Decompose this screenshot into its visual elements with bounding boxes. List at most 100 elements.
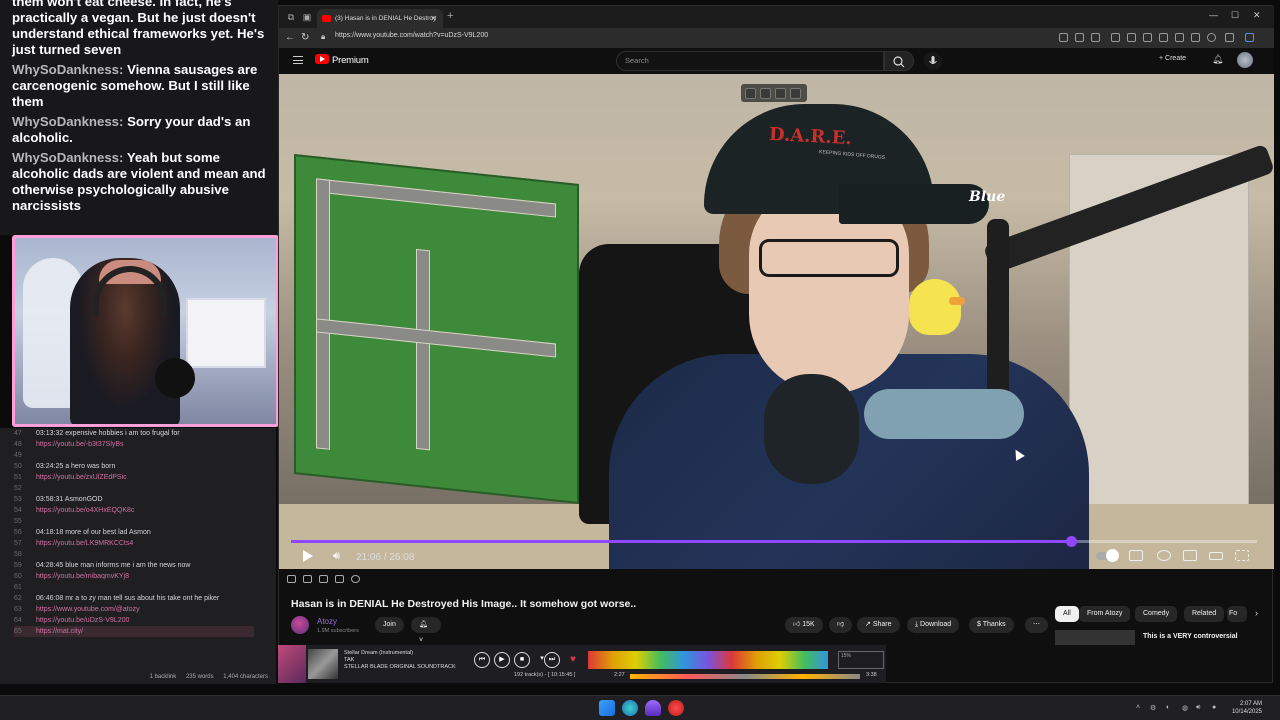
profile-avatar-icon[interactable] bbox=[1207, 33, 1216, 42]
track-seek-bar[interactable] bbox=[630, 674, 860, 679]
edge-browser-icon[interactable] bbox=[622, 700, 638, 716]
tab-actions-icon[interactable]: ▣ bbox=[301, 11, 313, 23]
note-line[interactable]: 57 https://youtu.be/LK9MRKCCts4 bbox=[14, 538, 276, 549]
note-line[interactable]: 58 bbox=[14, 549, 276, 560]
voice-search-button[interactable] bbox=[924, 52, 942, 70]
hamburger-menu-icon[interactable] bbox=[293, 56, 303, 64]
progress-scrubber-handle[interactable] bbox=[1065, 536, 1077, 547]
extensions-icon[interactable] bbox=[1111, 33, 1120, 42]
note-line[interactable]: 49 bbox=[14, 450, 276, 461]
play-icon[interactable]: ▶ bbox=[494, 652, 510, 668]
speaker-icon[interactable]: 🔊︎ bbox=[1196, 704, 1200, 712]
favorites-icon[interactable] bbox=[1191, 33, 1200, 42]
note-line[interactable]: 54 https://youtu.be/o4XHxEQQK8c bbox=[14, 505, 276, 516]
create-button[interactable]: + Create bbox=[1159, 55, 1186, 62]
audio-icon[interactable] bbox=[303, 575, 312, 583]
close-tab-icon[interactable]: ✕ bbox=[430, 9, 437, 28]
favorite-heart-icon[interactable]: ♥ bbox=[570, 654, 576, 665]
subscribed-bell-button[interactable]: 🔔︎ ˅ bbox=[411, 617, 441, 644]
video-progress-bar[interactable] bbox=[291, 536, 1257, 547]
filter-chip[interactable]: All bbox=[1055, 606, 1079, 622]
note-line[interactable]: 63 https://www.youtube.com/@atozy bbox=[14, 604, 276, 615]
screen-icon[interactable] bbox=[335, 575, 344, 583]
note-line[interactable]: 59 04:28:45 blue man informs me i am the … bbox=[14, 560, 276, 571]
filter-chip[interactable]: From Atozy bbox=[1079, 606, 1131, 622]
note-line[interactable]: 52 bbox=[14, 483, 276, 494]
translate-icon[interactable] bbox=[790, 88, 801, 99]
url-field[interactable]: https://www.youtube.com/watch?v=uDzS-V9L… bbox=[335, 32, 488, 39]
next-track-icon[interactable]: ⏭ bbox=[544, 652, 560, 668]
youtube-logo-icon[interactable] bbox=[315, 54, 329, 64]
notifications-bell-icon[interactable]: 🔔︎ bbox=[1212, 54, 1223, 65]
apps-icon[interactable] bbox=[1059, 33, 1068, 42]
previous-track-icon[interactable]: ⏮ bbox=[474, 652, 490, 668]
minimize-icon[interactable]: — bbox=[1209, 10, 1218, 20]
note-link[interactable]: https://youtu.be/mibaqmvKYj8 bbox=[36, 571, 129, 582]
volume-display[interactable]: 15% bbox=[838, 651, 884, 669]
stop-icon[interactable]: ■ bbox=[514, 652, 530, 668]
favorite-star-icon[interactable] bbox=[1091, 33, 1100, 42]
back-icon[interactable]: ← bbox=[285, 32, 295, 43]
suggested-video[interactable]: This is a VERY controversial bbox=[1055, 630, 1255, 645]
note-line[interactable]: 60 https://youtu.be/mibaqmvKYj8 bbox=[14, 571, 276, 582]
share-button[interactable]: ↗ Share bbox=[857, 617, 900, 633]
chevron-right-icon[interactable]: › bbox=[1255, 608, 1258, 618]
like-button[interactable]: 👍︎ 15K bbox=[785, 617, 823, 633]
note-line[interactable]: 48 https://youtu.be/-b3t37SlyBs bbox=[14, 439, 276, 450]
note-line[interactable]: 47 03:13:32 expensive hobbies i am too fr… bbox=[14, 428, 276, 439]
tray-app-icon[interactable]: ⚙ bbox=[1150, 704, 1156, 712]
note-link[interactable]: https://youtu.be/uDzS-V9L200 bbox=[36, 615, 129, 626]
filter-chip[interactable]: Related bbox=[1184, 606, 1225, 622]
system-clock[interactable]: 2:07 AM 10/14/2025 bbox=[1232, 700, 1262, 716]
network-icon[interactable]: ◍ bbox=[1182, 704, 1188, 712]
note-line[interactable]: 53 03:58:31 AsmonGOD bbox=[14, 494, 276, 505]
note-line[interactable]: 50 03:24:25 a hero was born bbox=[14, 461, 276, 472]
workspaces-icon[interactable]: ⧉ bbox=[285, 11, 297, 23]
foobar-player-icon[interactable] bbox=[668, 700, 684, 716]
copy-icon[interactable] bbox=[775, 88, 786, 99]
extension-icon[interactable] bbox=[1143, 33, 1152, 42]
chat-username[interactable]: WhySoDankness: bbox=[12, 150, 123, 165]
dislike-button[interactable]: 👎︎ bbox=[829, 617, 853, 633]
site-info-icon[interactable]: 🔒︎ bbox=[321, 32, 325, 42]
backlink-count[interactable]: 1 backlink bbox=[150, 674, 177, 680]
filter-chip[interactable]: Comedy bbox=[1135, 606, 1178, 622]
note-link[interactable]: https://youtu.be/LK9MRKCCts4 bbox=[36, 538, 133, 549]
note-link[interactable]: https://youtu.be/-b3t37SlyBs bbox=[36, 439, 124, 450]
refresh-icon[interactable]: ↻ bbox=[301, 32, 309, 43]
capture-icon[interactable] bbox=[760, 88, 771, 99]
windows-start-icon[interactable] bbox=[599, 700, 615, 716]
note-line[interactable]: 61 bbox=[14, 582, 276, 593]
maximize-icon[interactable]: ☐ bbox=[1231, 10, 1239, 21]
extension-icon[interactable] bbox=[1159, 33, 1168, 42]
note-line[interactable]: 65 https://mat.city/ bbox=[14, 626, 254, 637]
note-line[interactable]: 51 https://youtu.be/zxUlZEdPSic bbox=[14, 472, 276, 483]
note-line[interactable]: 64 https://youtu.be/uDzS-V9L200 bbox=[14, 615, 276, 626]
note-line[interactable]: 56 04:18:18 more of our best lad Asmon bbox=[14, 527, 276, 538]
read-aloud-icon[interactable] bbox=[1075, 33, 1084, 42]
miniplayer-icon[interactable] bbox=[1183, 550, 1197, 561]
note-link[interactable]: https://youtu.be/zxUlZEdPSic bbox=[36, 472, 127, 483]
suggested-title[interactable]: This is a VERY controversial bbox=[1143, 633, 1238, 640]
video-player[interactable]: D.A.R.E. KEEPING KIDS OFF DRUGS Blue 🔊︎ … bbox=[279, 74, 1274, 569]
thanks-button[interactable]: $ Thanks bbox=[969, 617, 1014, 633]
theater-mode-icon[interactable] bbox=[1209, 552, 1223, 560]
autoplay-toggle[interactable] bbox=[1096, 549, 1119, 562]
mic-tray-icon[interactable]: ● bbox=[1212, 704, 1216, 711]
channel-name[interactable]: Atozy bbox=[317, 617, 337, 626]
note-link[interactable]: https://www.youtube.com/@atozy bbox=[36, 604, 140, 615]
captions-icon[interactable] bbox=[1129, 550, 1143, 561]
extension-settings-icon[interactable] bbox=[351, 575, 360, 583]
notes-editor[interactable]: 47 03:13:32 expensive hobbies i am too fr… bbox=[0, 428, 276, 684]
history-icon[interactable] bbox=[1175, 33, 1184, 42]
image-icon[interactable] bbox=[745, 88, 756, 99]
fullscreen-icon[interactable] bbox=[1235, 550, 1249, 561]
obsidian-icon[interactable] bbox=[645, 700, 661, 716]
channel-avatar[interactable] bbox=[291, 616, 309, 634]
note-line[interactable]: 62 06:46:08 mr a to zy man tell sus about… bbox=[14, 593, 276, 604]
close-window-icon[interactable]: ✕ bbox=[1253, 10, 1261, 21]
menu-dots-icon[interactable] bbox=[1225, 33, 1234, 42]
play-icon[interactable] bbox=[303, 550, 313, 562]
copilot-icon[interactable] bbox=[1245, 33, 1254, 42]
note-link[interactable]: https://youtu.be/o4XHxEQQK8c bbox=[36, 505, 134, 516]
